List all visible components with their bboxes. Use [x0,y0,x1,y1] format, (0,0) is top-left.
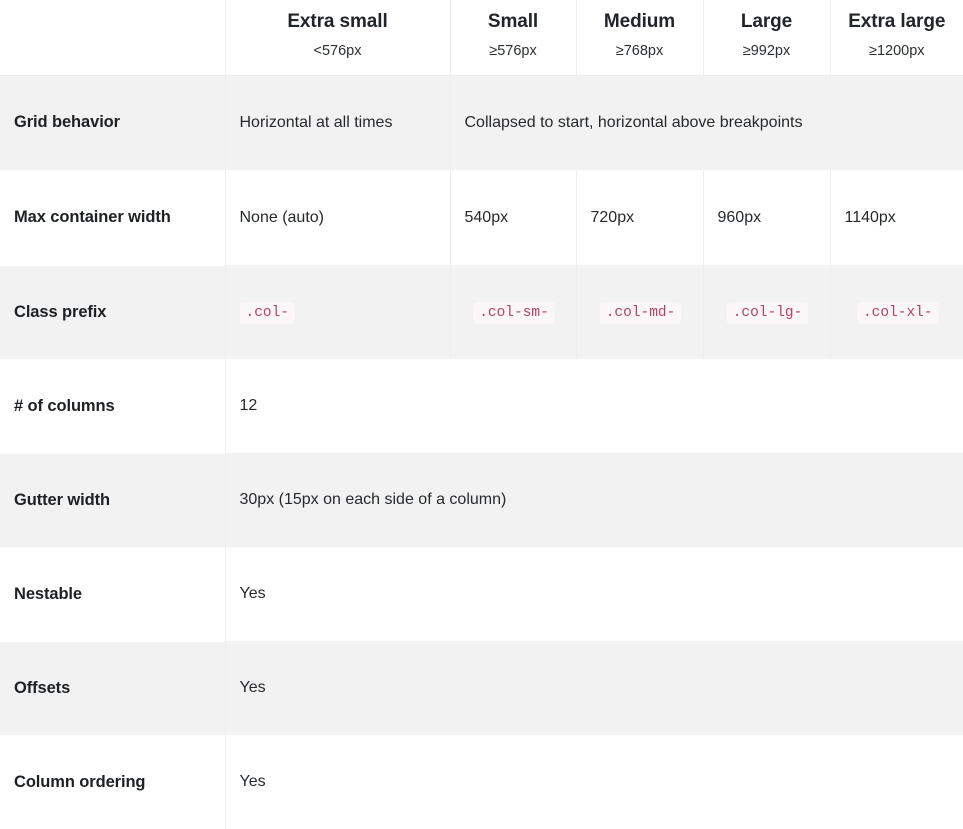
breakpoint-size-large: ≥992px [742,42,791,59]
cell-gutter-width: 30px (15px on each side of a column) [225,453,963,548]
breakpoint-name-extra-large: Extra large [848,11,946,32]
cell-class-prefix-medium: .col-md- [575,265,703,360]
cell-number-of-columns: 12 [225,359,963,454]
row-label-offsets: Offsets [0,640,226,736]
code-class-prefix-large: .col-lg- [726,302,809,325]
code-class-prefix-extra-small: .col- [239,302,296,325]
header-row: Extra small <576px Small ≥576px Medium ≥… [0,0,963,76]
row-label-nestable: Nestable [0,546,226,642]
cell-nestable: Yes [225,547,963,642]
header-cell-extra-large: Extra large ≥1200px [829,0,963,76]
table-row-max-container-width: Max container width None (auto) 540px 72… [0,169,963,266]
code-class-prefix-small: .col-sm- [473,302,555,325]
table-row-gutter-width: Gutter width 30px (15px on each side of … [0,452,963,548]
table-row-number-of-columns: # of columns 12 [0,358,963,454]
header-cell-small: Small ≥576px [449,0,576,76]
breakpoint-name-small: Small [487,11,539,32]
code-class-prefix-medium: .col-md- [599,302,682,325]
cell-max-width-small: 540px [449,170,576,266]
cell-max-width-medium: 720px [575,170,703,266]
header-cell-extra-small: Extra small <576px [225,0,450,76]
cell-class-prefix-extra-small: .col- [225,265,450,360]
row-label-max-container-width: Max container width [0,169,226,266]
row-label-gutter-width: Gutter width [0,452,226,548]
grid-options-table: Extra small <576px Small ≥576px Medium ≥… [0,0,963,829]
cell-max-width-large: 960px [702,170,830,266]
row-label-grid-behavior: Grid behavior [0,74,226,171]
breakpoint-size-extra-large: ≥1200px [868,42,925,59]
breakpoint-name-extra-small: Extra small [287,11,388,32]
breakpoint-name-medium: Medium [603,11,676,32]
table-row-grid-behavior: Grid behavior Horizontal at all times Co… [0,74,963,171]
cell-class-prefix-large: .col-lg- [702,265,830,360]
breakpoint-size-medium: ≥768px [615,42,664,59]
cell-class-prefix-small: .col-sm- [449,265,576,360]
header-cell-large: Large ≥992px [702,0,830,76]
breakpoint-size-small: ≥576px [489,42,537,59]
breakpoint-size-extra-small: <576px [313,42,362,59]
header-cell-medium: Medium ≥768px [575,0,703,76]
cell-column-ordering: Yes [225,735,963,829]
breakpoint-name-large: Large [740,11,793,32]
cell-offsets: Yes [225,641,963,736]
table-row-class-prefix: Class prefix .col- .col-sm- .col-md- .co… [0,264,963,360]
cell-class-prefix-extra-large: .col-xl- [829,265,963,360]
table-row-column-ordering: Column ordering Yes [0,734,963,829]
table-row-offsets: Offsets Yes [0,640,963,736]
table-header: Extra small <576px Small ≥576px Medium ≥… [0,0,963,76]
cell-grid-behavior-rest: Collapsed to start, horizontal above bre… [449,75,963,171]
table-row-nestable: Nestable Yes [0,546,963,642]
cell-max-width-extra-large: 1140px [829,170,963,266]
row-label-column-ordering: Column ordering [0,734,226,829]
cell-max-width-extra-small: None (auto) [225,170,450,266]
row-label-number-of-columns: # of columns [0,358,226,454]
row-label-class-prefix: Class prefix [0,264,226,360]
table-body: Grid behavior Horizontal at all times Co… [0,74,963,829]
code-class-prefix-extra-large: .col-xl- [856,302,939,325]
cell-grid-behavior-extra-small: Horizontal at all times [225,75,450,171]
header-cell-blank [0,0,226,76]
